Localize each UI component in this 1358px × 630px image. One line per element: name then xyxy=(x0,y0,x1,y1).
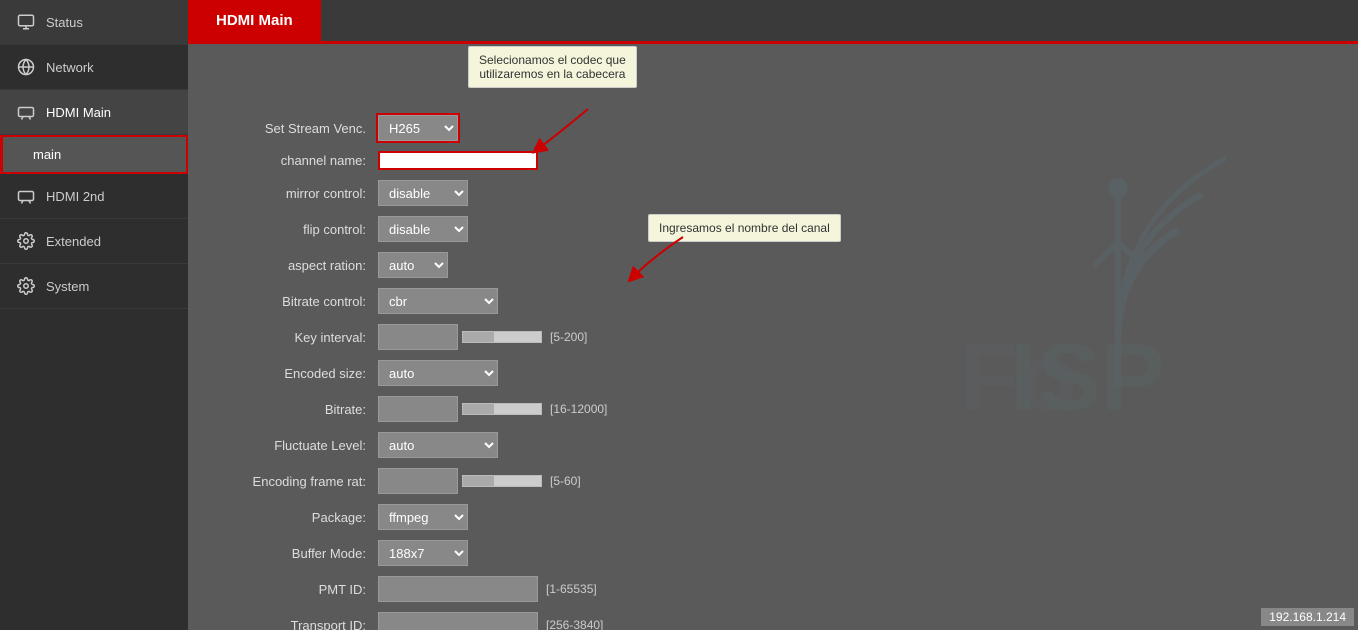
flip-control-label: flip control: xyxy=(218,222,378,237)
key-interval-bar xyxy=(462,331,542,343)
annotation-channel: Ingresamos el nombre del canal xyxy=(648,214,841,242)
set-stream-venc-label: Set Stream Venc. xyxy=(218,121,378,136)
transport-id-row: Transport ID: 264 [256-3840] xyxy=(218,612,1328,630)
pmt-id-label: PMT ID: xyxy=(218,582,378,597)
sidebar-item-extended[interactable]: Extended xyxy=(0,219,188,264)
bitrate-label: Bitrate: xyxy=(218,402,378,417)
extended-icon xyxy=(16,231,36,251)
sidebar-item-system[interactable]: System xyxy=(0,264,188,309)
ip-address: 192.168.1.214 xyxy=(1269,610,1346,624)
key-interval-label: Key interval: xyxy=(218,330,378,345)
sidebar-item-status-label: Status xyxy=(46,15,83,30)
bitrate-row: Bitrate: 3000 [16-12000] xyxy=(218,396,1328,422)
buffer-mode-select[interactable]: 188x7 188x21 xyxy=(378,540,468,566)
aspect-ration-row: aspect ration: auto 4:3 16:9 xyxy=(218,252,1328,278)
package-label: Package: xyxy=(218,510,378,525)
encoded-size-row: Encoded size: auto 1920x1080 1280x720 xyxy=(218,360,1328,386)
key-interval-row: Key interval: 30 [5-200] xyxy=(218,324,1328,350)
hdmi-2nd-icon xyxy=(16,186,36,206)
package-row: Package: ffmpeg ts xyxy=(218,504,1328,530)
package-select[interactable]: ffmpeg ts xyxy=(378,504,468,530)
sidebar-item-system-label: System xyxy=(46,279,89,294)
encoding-frame-rate-row: Encoding frame rat: 30 [5-60] xyxy=(218,468,1328,494)
monitor-icon xyxy=(16,12,36,32)
fluctuate-level-label: Fluctuate Level: xyxy=(218,438,378,453)
key-interval-wrap: 30 xyxy=(378,324,542,350)
annotation-channel-text: Ingresamos el nombre del canal xyxy=(659,221,830,235)
encoded-size-select[interactable]: auto 1920x1080 1280x720 xyxy=(378,360,498,386)
channel-name-row: channel name: Nueve xyxy=(218,151,1328,170)
sidebar-item-main-label: main xyxy=(33,147,61,162)
sidebar-item-network[interactable]: Network xyxy=(0,45,188,90)
sidebar-item-extended-label: Extended xyxy=(46,234,101,249)
globe-icon xyxy=(16,57,36,77)
active-tab-label: HDMI Main xyxy=(216,12,293,29)
bitrate-input[interactable]: 3000 xyxy=(378,396,458,422)
active-tab[interactable]: HDMI Main xyxy=(188,0,321,41)
sidebar-item-network-label: Network xyxy=(46,60,94,75)
transport-id-input[interactable]: 264 xyxy=(378,612,538,630)
fluctuate-level-row: Fluctuate Level: auto low mid high xyxy=(218,432,1328,458)
key-interval-hint: [5-200] xyxy=(550,330,587,344)
main-panel: HDMI Main ISP Fo Selecionamos el xyxy=(188,0,1358,630)
buffer-mode-label: Buffer Mode: xyxy=(218,546,378,561)
annotation-codec-text: Selecionamos el codec queutilizaremos en… xyxy=(479,53,626,81)
sidebar-item-main[interactable]: main xyxy=(0,135,188,174)
fluctuate-level-select[interactable]: auto low mid high xyxy=(378,432,498,458)
transport-id-label: Transport ID: xyxy=(218,618,378,630)
annotation-codec: Selecionamos el codec queutilizaremos en… xyxy=(468,46,637,88)
bitrate-control-label: Bitrate control: xyxy=(218,294,378,309)
ip-badge: 192.168.1.214 xyxy=(1261,608,1354,626)
header-tab: HDMI Main xyxy=(188,0,1358,44)
channel-name-input[interactable]: Nueve xyxy=(378,151,538,170)
pmt-id-input[interactable]: 260 xyxy=(378,576,538,602)
system-icon xyxy=(16,276,36,296)
hdmi-main-icon xyxy=(16,102,36,122)
sidebar-item-hdmi-main[interactable]: HDMI Main xyxy=(0,90,188,135)
encoding-frame-rate-wrap: 30 xyxy=(378,468,542,494)
sidebar-item-status[interactable]: Status xyxy=(0,0,188,45)
encoding-frame-rate-label: Encoding frame rat: xyxy=(218,474,378,489)
sidebar-item-hdmi-2nd[interactable]: HDMI 2nd xyxy=(0,174,188,219)
sidebar-item-hdmi-2nd-label: HDMI 2nd xyxy=(46,189,105,204)
form-container: Set Stream Venc. H265 H264 channel name:… xyxy=(218,115,1328,630)
bitrate-hint: [16-12000] xyxy=(550,402,607,416)
sidebar-item-hdmi-main-label: HDMI Main xyxy=(46,105,111,120)
pmt-id-hint: [1-65535] xyxy=(546,582,597,596)
mirror-control-label: mirror control: xyxy=(218,186,378,201)
bitrate-control-row: Bitrate control: cbr vbr xyxy=(218,288,1328,314)
bitrate-wrap: 3000 xyxy=(378,396,542,422)
key-interval-input[interactable]: 30 xyxy=(378,324,458,350)
flip-control-select[interactable]: disable enable xyxy=(378,216,468,242)
mirror-control-row: mirror control: disable enable xyxy=(218,180,1328,206)
aspect-ration-select[interactable]: auto 4:3 16:9 xyxy=(378,252,448,278)
encoding-frame-rate-bar xyxy=(462,475,542,487)
encoding-frame-rate-input[interactable]: 30 xyxy=(378,468,458,494)
buffer-mode-row: Buffer Mode: 188x7 188x21 xyxy=(218,540,1328,566)
pmt-id-row: PMT ID: 260 [1-65535] xyxy=(218,576,1328,602)
channel-name-label: channel name: xyxy=(218,153,378,168)
encoded-size-label: Encoded size: xyxy=(218,366,378,381)
encoding-frame-rate-hint: [5-60] xyxy=(550,474,581,488)
bitrate-control-select[interactable]: cbr vbr xyxy=(378,288,498,314)
aspect-ration-label: aspect ration: xyxy=(218,258,378,273)
transport-id-hint: [256-3840] xyxy=(546,618,603,630)
set-stream-venc-row: Set Stream Venc. H265 H264 xyxy=(218,115,1328,141)
set-stream-venc-select[interactable]: H265 H264 xyxy=(378,115,458,141)
sidebar: Status Network HDMI Main main HDMI 2nd xyxy=(0,0,188,630)
mirror-control-select[interactable]: disable enable xyxy=(378,180,468,206)
bitrate-bar xyxy=(462,403,542,415)
content-area: ISP Fo Selecionamos el codec queutilizar… xyxy=(188,44,1358,630)
